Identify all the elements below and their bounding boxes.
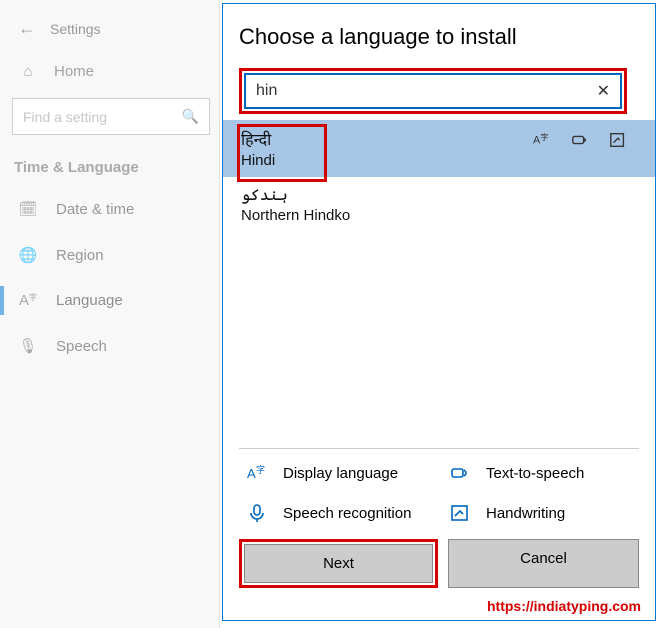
sidebar-item-region[interactable]: 🌐 Region bbox=[0, 232, 220, 278]
text-to-speech-icon bbox=[571, 131, 589, 154]
sidebar-item-label: Language bbox=[56, 292, 123, 309]
sidebar-item-datetime[interactable]: 🗓 Date & time bbox=[0, 186, 220, 232]
next-button[interactable]: Next bbox=[244, 544, 433, 583]
language-icon: A字 bbox=[18, 292, 38, 309]
language-search-input[interactable] bbox=[246, 75, 587, 107]
result-english-name: Northern Hindko bbox=[241, 207, 350, 224]
sidebar-home-label: Home bbox=[54, 63, 94, 80]
svg-text:字: 字 bbox=[256, 464, 265, 475]
calendar-icon: 🗓 bbox=[18, 200, 38, 218]
microphone-icon: 🎙 bbox=[18, 337, 38, 355]
sidebar-item-speech[interactable]: 🎙 Speech bbox=[0, 323, 220, 369]
language-result-hindko[interactable]: ہندکو Northern Hindko bbox=[223, 177, 655, 232]
feature-display-language: A字 Display language bbox=[247, 463, 434, 483]
sidebar-search-placeholder: Find a setting bbox=[23, 109, 107, 125]
feature-label: Text-to-speech bbox=[486, 465, 584, 482]
svg-text:A: A bbox=[247, 466, 256, 481]
result-feature-icons: A字 bbox=[533, 131, 627, 154]
dialog-title: Choose a language to install bbox=[239, 24, 627, 50]
globe-icon: 🌐 bbox=[18, 246, 38, 264]
home-icon: ⌂ bbox=[18, 63, 38, 80]
cancel-button[interactable]: Cancel bbox=[448, 539, 639, 588]
feature-label: Speech recognition bbox=[283, 505, 411, 522]
feature-speech-recognition: Speech recognition bbox=[247, 503, 434, 523]
svg-text:字: 字 bbox=[540, 132, 548, 142]
handwriting-icon bbox=[609, 131, 627, 154]
feature-handwriting: Handwriting bbox=[450, 503, 637, 523]
language-result-hindi[interactable]: हिन्दी Hindi A字 bbox=[223, 120, 655, 177]
clear-search-icon[interactable]: ✕ bbox=[587, 81, 620, 101]
language-install-dialog: Choose a language to install ✕ हिन्दी Hi… bbox=[222, 3, 656, 621]
microphone-icon bbox=[247, 503, 267, 523]
display-language-icon: A字 bbox=[533, 131, 551, 154]
back-icon[interactable]: ← bbox=[18, 18, 36, 39]
feature-label: Display language bbox=[283, 465, 398, 482]
handwriting-icon bbox=[450, 503, 470, 523]
result-native-name: हिन्दी bbox=[241, 128, 275, 150]
sidebar-item-label: Region bbox=[56, 247, 104, 264]
feature-text-to-speech: Text-to-speech bbox=[450, 463, 637, 483]
search-highlight-box: ✕ bbox=[239, 68, 627, 114]
result-english-name: Hindi bbox=[241, 152, 275, 169]
sidebar-home[interactable]: ⌂ Home bbox=[0, 39, 220, 90]
language-result-list: हिन्दी Hindi A字 ہندکو Northern Hindko bbox=[223, 120, 655, 232]
watermark-url: https://indiatyping.com bbox=[223, 598, 655, 620]
search-icon: 🔍 bbox=[182, 108, 199, 125]
result-native-name: ہندکو bbox=[241, 185, 350, 205]
sidebar-search[interactable]: Find a setting 🔍 bbox=[12, 98, 210, 135]
feature-label: Handwriting bbox=[486, 505, 565, 522]
feature-legend: A字 Display language Text-to-speech Speec… bbox=[223, 449, 655, 539]
sidebar-item-label: Date & time bbox=[56, 201, 134, 218]
sidebar-section-heading: Time & Language bbox=[0, 135, 220, 186]
next-button-highlight: Next bbox=[239, 539, 438, 588]
sidebar-item-language[interactable]: A字 Language bbox=[0, 278, 220, 323]
settings-title: Settings bbox=[50, 21, 101, 37]
display-language-icon: A字 bbox=[247, 463, 267, 483]
settings-sidebar: ← Settings ⌂ Home Find a setting 🔍 Time … bbox=[0, 0, 220, 628]
sidebar-item-label: Speech bbox=[56, 338, 107, 355]
sidebar-divider bbox=[219, 0, 220, 628]
language-search-box[interactable]: ✕ bbox=[244, 73, 622, 109]
text-to-speech-icon bbox=[450, 463, 470, 483]
dialog-button-row: Next Cancel bbox=[223, 539, 655, 598]
